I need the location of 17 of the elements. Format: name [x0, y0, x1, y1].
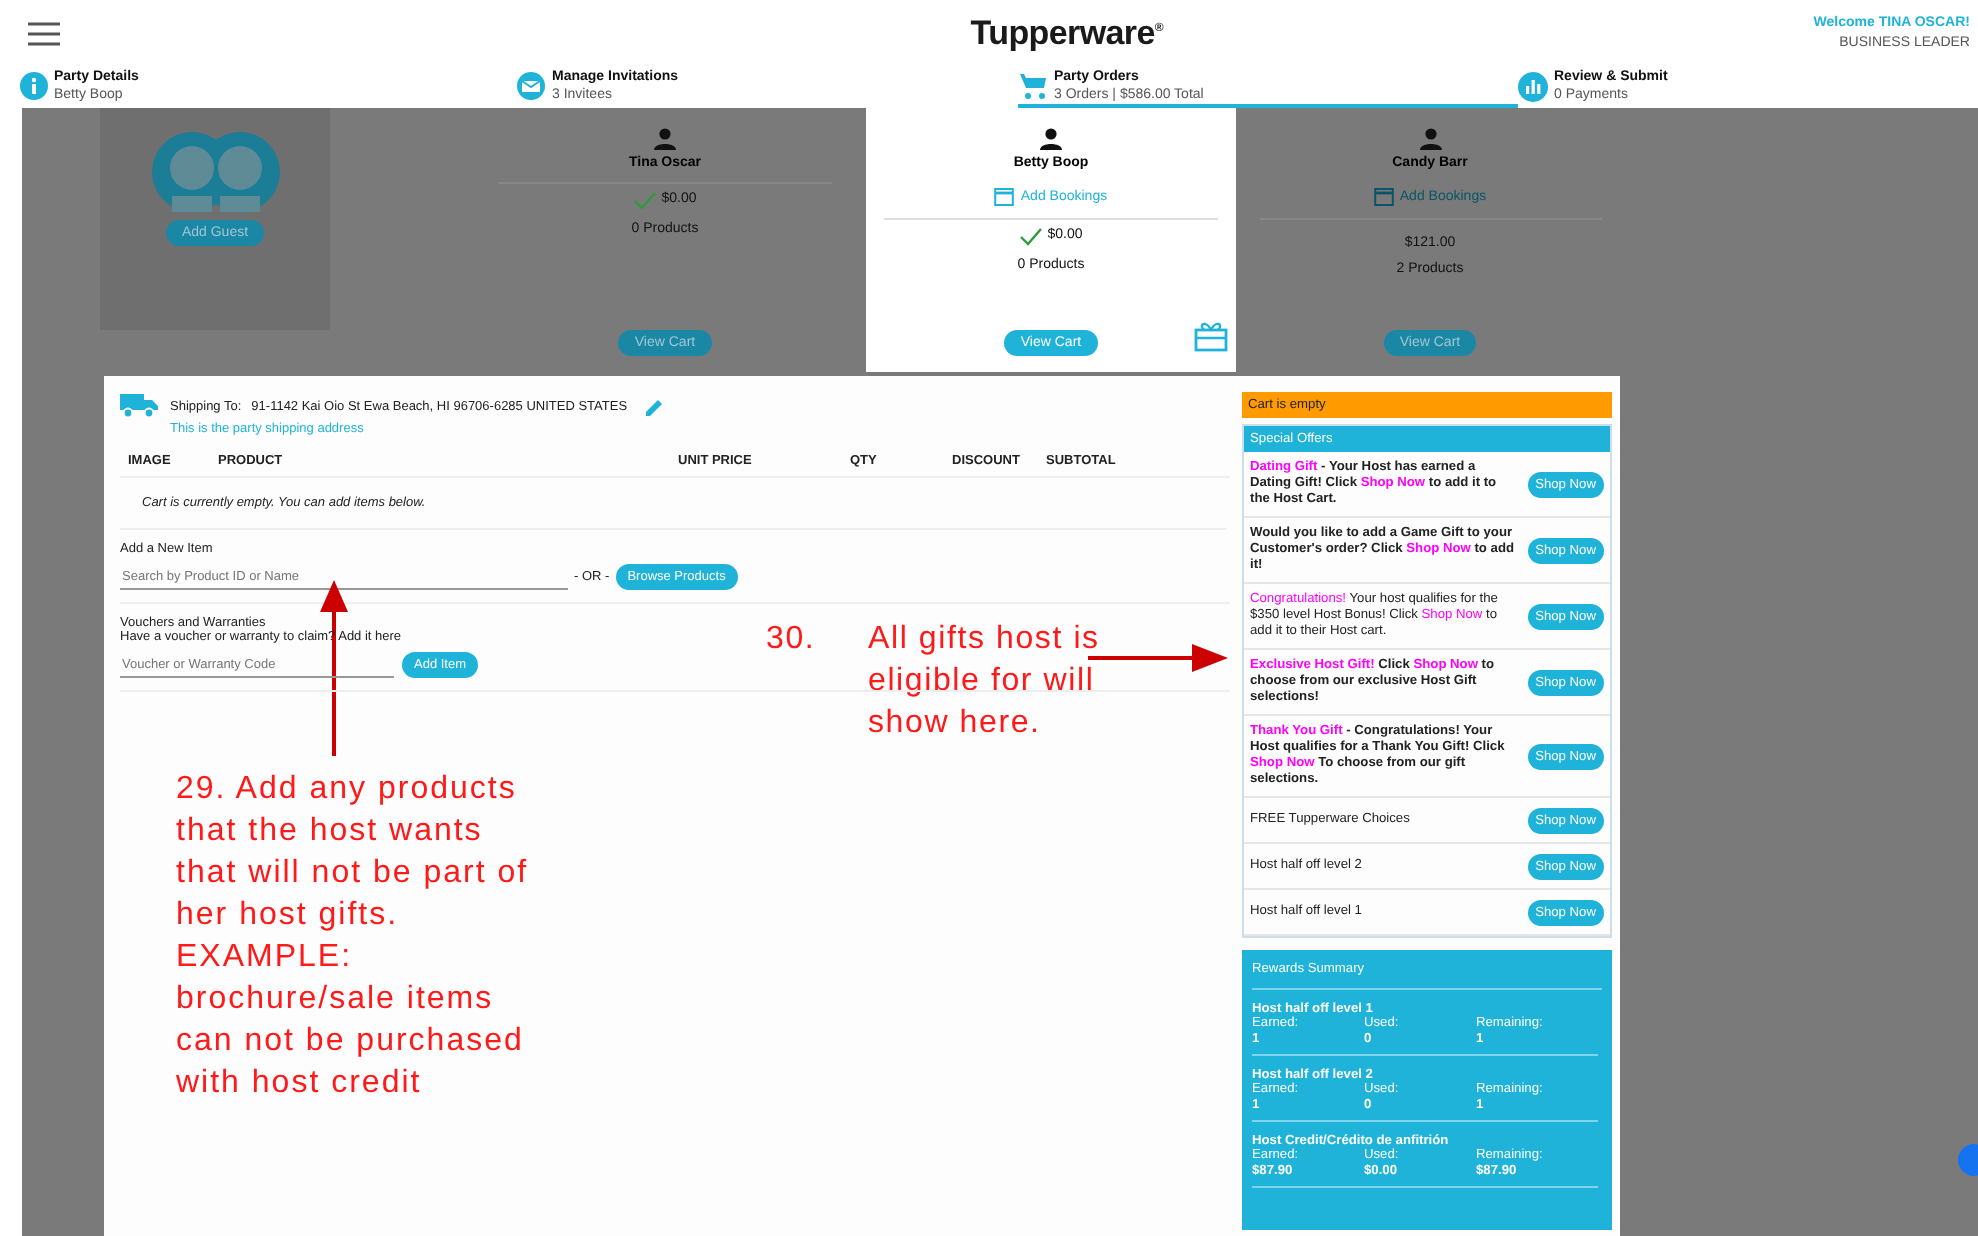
calendar-icon: [994, 186, 1015, 206]
person-icon: [654, 128, 676, 150]
cart-icon: [1018, 72, 1048, 100]
calendar-icon: [1373, 186, 1394, 206]
envelope-icon: [516, 72, 546, 100]
person-icon: [1040, 128, 1062, 150]
menu-icon[interactable]: [28, 22, 60, 46]
annotation-text: All gifts host is eligible for will show here.: [868, 620, 1102, 744]
logo: Tupperware$^{®}$: [970, 14, 1164, 54]
info-icon: [20, 72, 48, 100]
pencil-icon[interactable]: [645, 398, 664, 416]
annotation-text: 29. Add any products that the host wants that will not be part of her host gifts. EXAMPLE: brochure/sale items can not be purchased with host credit: [176, 770, 531, 1104]
bar-chart-icon: [1518, 71, 1548, 101]
annotation-number: 30.: [766, 620, 816, 660]
guests-icon: [151, 132, 279, 212]
person-icon: [1419, 128, 1441, 150]
truck-icon: [120, 392, 158, 418]
